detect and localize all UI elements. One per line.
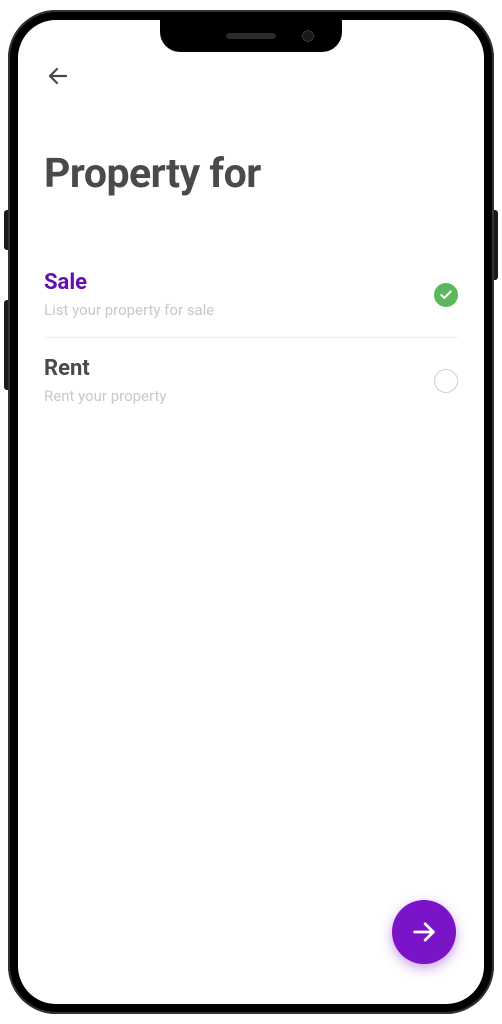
option-title: Rent	[44, 356, 434, 381]
option-rent[interactable]: Rent Rent your property	[44, 337, 458, 423]
content-area: Property for Sale List your property for…	[18, 20, 484, 1004]
arrow-left-icon	[46, 64, 70, 88]
radio-unselected[interactable]	[434, 369, 458, 393]
arrow-right-icon	[410, 918, 438, 946]
screen: Property for Sale List your property for…	[18, 20, 484, 1004]
front-camera	[302, 30, 314, 42]
option-list: Sale List your property for sale Rent Re…	[44, 252, 458, 423]
phone-frame: Property for Sale List your property for…	[8, 10, 494, 1014]
option-title: Sale	[44, 270, 434, 295]
page-title: Property for	[44, 150, 458, 198]
option-sale[interactable]: Sale List your property for sale	[44, 252, 458, 337]
check-icon	[439, 288, 453, 302]
back-button[interactable]	[44, 62, 72, 90]
speaker-grille	[226, 33, 276, 39]
notch	[160, 20, 342, 52]
option-desc: Rent your property	[44, 387, 434, 405]
next-button[interactable]	[392, 900, 456, 964]
option-desc: List your property for sale	[44, 301, 434, 319]
radio-selected[interactable]	[434, 283, 458, 307]
